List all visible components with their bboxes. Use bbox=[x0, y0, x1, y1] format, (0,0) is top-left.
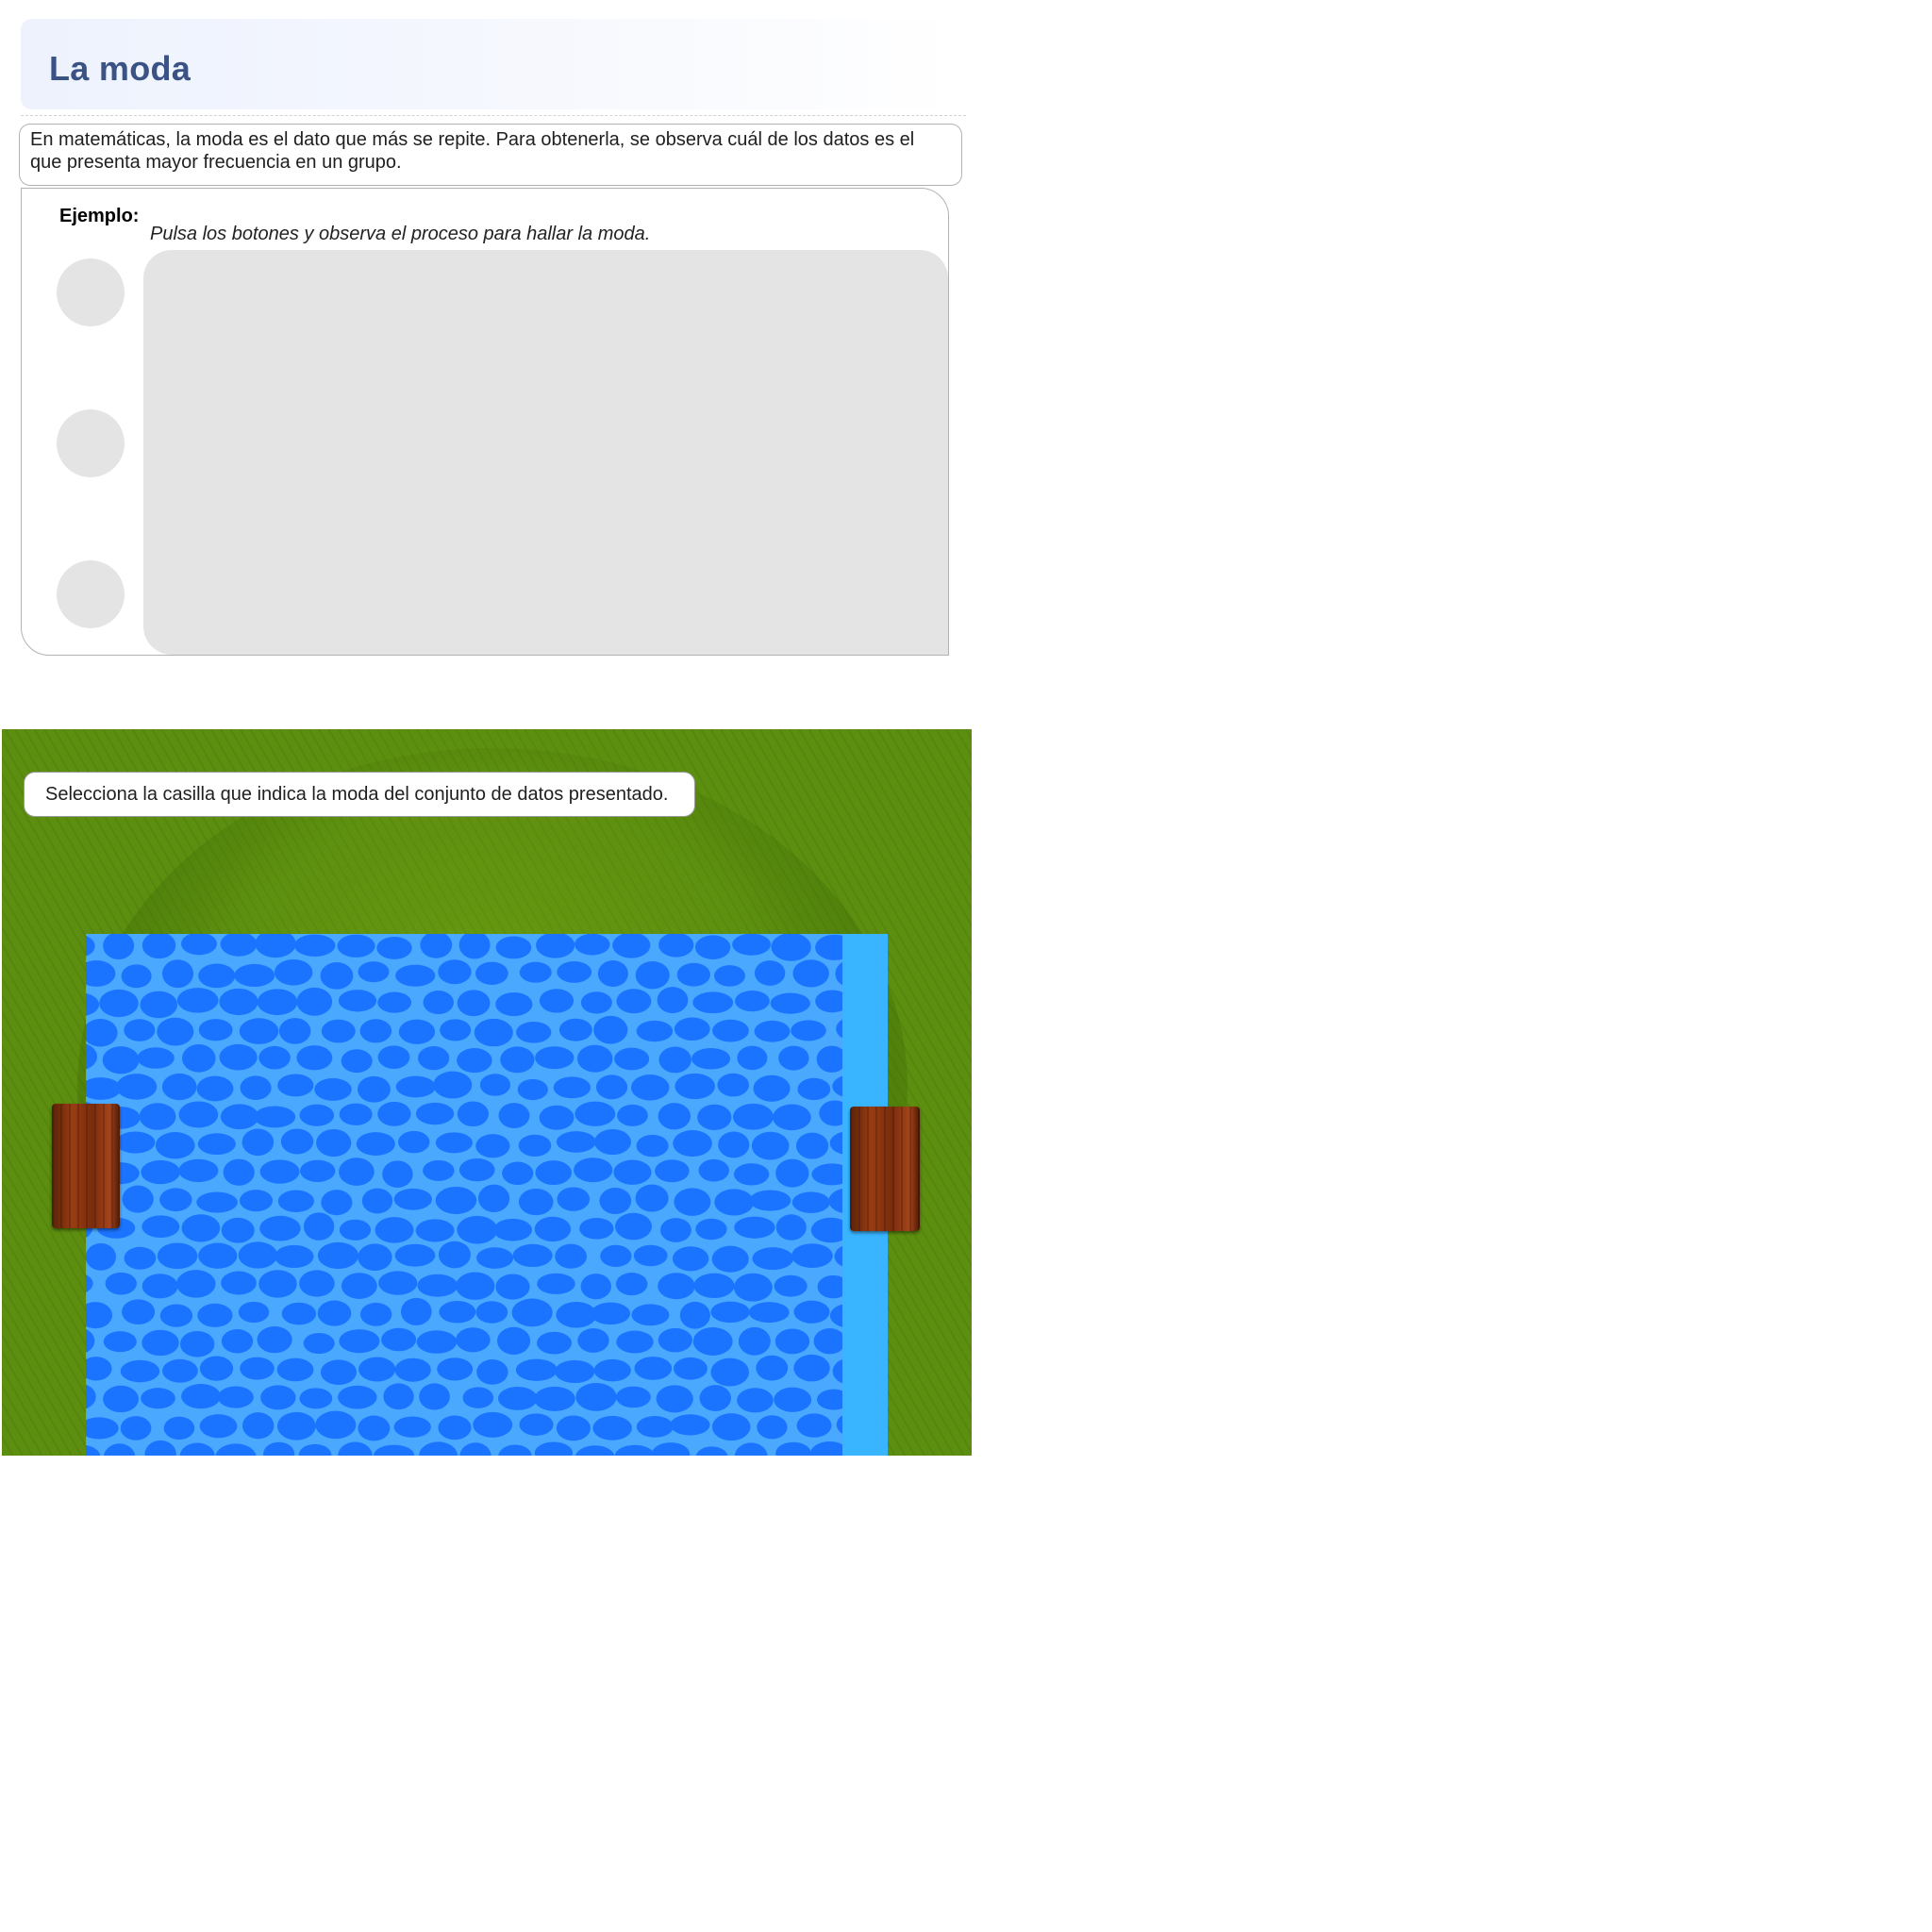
river bbox=[86, 934, 888, 1456]
example-panel: Ejemplo: Pulsa los botones y observa el … bbox=[21, 188, 949, 656]
definition-line-1: En matemáticas, la moda es el dato que m… bbox=[30, 129, 915, 150]
page-title: La moda bbox=[49, 49, 192, 88]
game-area: Selecciona la casilla que indica la moda… bbox=[2, 729, 972, 1456]
log-right bbox=[850, 1107, 920, 1231]
step-2-button[interactable] bbox=[57, 409, 125, 477]
title-divider bbox=[21, 115, 966, 116]
example-label: Ejemplo: bbox=[59, 206, 140, 226]
log-left bbox=[52, 1104, 120, 1228]
water-pattern bbox=[86, 934, 888, 1456]
example-hint: Pulsa los botones y observa el proceso p… bbox=[150, 224, 651, 244]
step-1-button[interactable] bbox=[57, 258, 125, 326]
definition-box: En matemáticas, la moda es el dato que m… bbox=[19, 124, 962, 186]
title-bar: La moda bbox=[21, 19, 962, 109]
step-3-button[interactable] bbox=[57, 560, 125, 628]
example-display-area bbox=[143, 250, 948, 655]
definition-line-2: que presenta mayor frecuencia en un grup… bbox=[30, 152, 402, 173]
game-instruction: Selecciona la casilla que indica la moda… bbox=[24, 772, 695, 817]
